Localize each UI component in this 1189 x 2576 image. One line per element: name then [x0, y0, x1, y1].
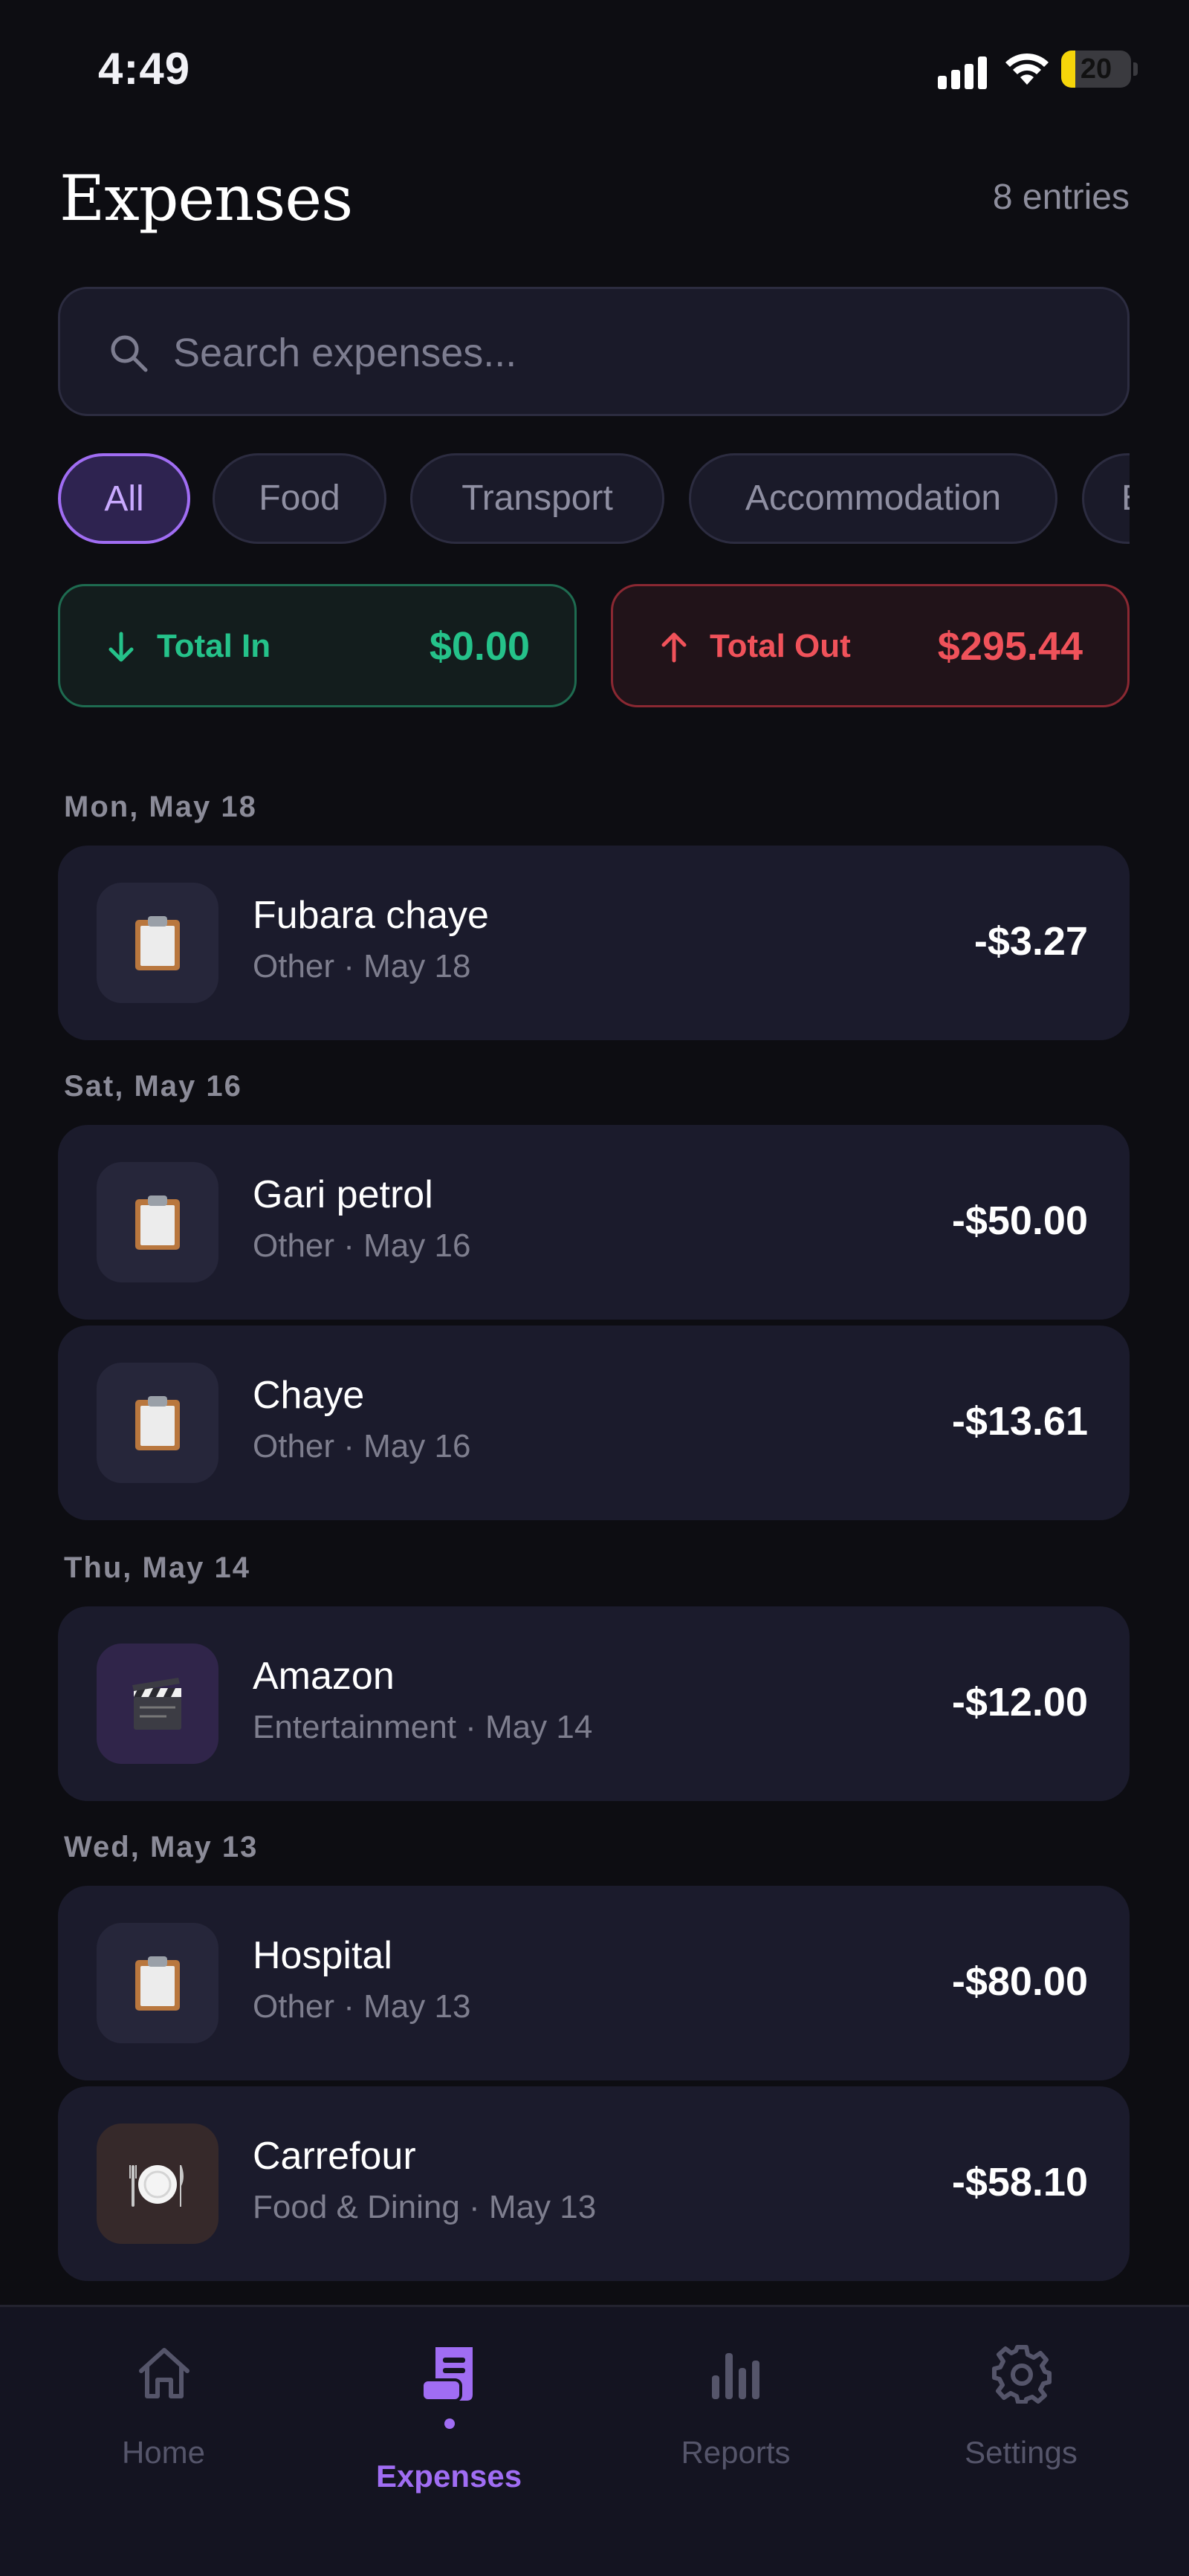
- filter-chip-transport[interactable]: Transport: [410, 453, 664, 544]
- expense-category-date: Other · May 13: [253, 1988, 471, 2025]
- day-header: Sat, May 16: [64, 1070, 242, 1103]
- expense-amount: -$12.00: [951, 1680, 1088, 1725]
- tab-expenses[interactable]: Expenses: [308, 2307, 590, 2530]
- day-header: Thu, May 14: [64, 1551, 250, 1584]
- tab-label: Reports: [681, 2435, 791, 2470]
- status-bar: 4:49 20: [0, 0, 1189, 141]
- expense-name: Chaye: [253, 1374, 365, 1417]
- status-time: 4:49: [98, 44, 191, 94]
- battery-tip: [1133, 62, 1138, 76]
- clipboard-icon: [135, 1195, 180, 1250]
- expense-name: Hospital: [253, 1934, 392, 1977]
- filter-chip-food[interactable]: Food: [213, 453, 386, 544]
- expense-row[interactable]: Amazon Entertainment · May 14 -$12.00: [58, 1606, 1130, 1801]
- expense-amount: -$3.27: [973, 919, 1088, 964]
- expense-category-date: Other · May 16: [253, 1428, 471, 1464]
- total-out-label: Total Out: [710, 628, 851, 664]
- expense-category-icon: [97, 2124, 218, 2244]
- clipboard-icon: [135, 1956, 180, 2011]
- expense-row[interactable]: Gari petrol Other · May 16 -$50.00: [58, 1125, 1130, 1320]
- tab-label: Expenses: [375, 2459, 522, 2494]
- plate-icon: [129, 2165, 184, 2207]
- entries-count: 8 entries: [992, 178, 1130, 217]
- bar-chart-icon: [712, 2353, 759, 2399]
- clipboard-icon: [135, 916, 180, 970]
- bottom-tab-bar: Home Expenses Reports Settings: [0, 2305, 1189, 2576]
- total-out-card: Total Out $295.44: [611, 584, 1130, 707]
- expense-category-icon: [97, 1923, 218, 2043]
- expense-category-date: Food & Dining · May 13: [253, 2189, 597, 2225]
- expense-amount: -$13.61: [951, 1399, 1088, 1444]
- clapperboard-icon: [132, 1678, 181, 1730]
- battery-icon: 20: [1061, 51, 1131, 88]
- expense-category-icon: [97, 1644, 218, 1764]
- clipboard-icon: [135, 1396, 180, 1450]
- total-in-card: Total In $0.00: [58, 584, 577, 707]
- expense-category-date: Other · May 16: [253, 1227, 471, 1264]
- expense-name: Amazon: [253, 1655, 395, 1698]
- expense-name: Carrefour: [253, 2135, 416, 2178]
- expense-row[interactable]: Hospital Other · May 13 -$80.00: [58, 1886, 1130, 2080]
- day-header: Wed, May 13: [64, 1831, 259, 1863]
- expense-category-date: Entertainment · May 14: [253, 1709, 593, 1745]
- total-in-value: $0.00: [429, 624, 530, 669]
- battery-percentage: 20: [1080, 53, 1112, 85]
- expense-category-date: Other · May 18: [253, 948, 471, 984]
- tab-home[interactable]: Home: [22, 2307, 305, 2530]
- total-out-value: $295.44: [937, 624, 1083, 669]
- expense-amount: -$50.00: [951, 1198, 1088, 1243]
- expense-row[interactable]: Fubara chaye Other · May 18 -$3.27: [58, 846, 1130, 1040]
- filter-chip-all[interactable]: All: [58, 453, 190, 544]
- expense-amount: -$58.10: [951, 2160, 1088, 2204]
- category-filter-chips: All Food Transport Accommodation E: [58, 453, 1130, 544]
- tab-label: Settings: [965, 2435, 1078, 2470]
- cellular-signal-icon: [938, 52, 990, 89]
- wifi-icon: [1005, 53, 1049, 85]
- arrow-up-icon: [661, 632, 687, 663]
- active-tab-indicator: [444, 2418, 455, 2429]
- expense-amount: -$80.00: [951, 1959, 1088, 2004]
- page-title: Expenses: [59, 162, 353, 235]
- gear-icon: [992, 2345, 1052, 2404]
- arrow-down-icon: [108, 632, 134, 662]
- tab-label: Home: [121, 2435, 206, 2470]
- total-in-label: Total In: [157, 628, 271, 664]
- receipt-icon: [421, 2347, 473, 2402]
- filter-chip-more[interactable]: E: [1082, 453, 1130, 544]
- filter-chip-accommodation[interactable]: Accommodation: [689, 453, 1057, 544]
- search-box[interactable]: [58, 287, 1130, 416]
- expense-name: Fubara chaye: [253, 894, 489, 937]
- search-icon: [111, 335, 148, 372]
- expense-category-icon: [97, 1363, 218, 1483]
- tab-settings[interactable]: Settings: [880, 2307, 1162, 2530]
- tab-reports[interactable]: Reports: [594, 2307, 877, 2530]
- home-icon: [139, 2348, 189, 2398]
- search-input[interactable]: [172, 319, 1066, 387]
- expense-row[interactable]: Chaye Other · May 16 -$13.61: [58, 1326, 1130, 1520]
- expense-category-icon: [97, 883, 218, 1003]
- expense-category-icon: [97, 1162, 218, 1282]
- day-header: Mon, May 18: [64, 791, 257, 823]
- expense-row[interactable]: Carrefour Food & Dining · May 13 -$58.10: [58, 2086, 1130, 2281]
- expense-name: Gari petrol: [253, 1173, 433, 1216]
